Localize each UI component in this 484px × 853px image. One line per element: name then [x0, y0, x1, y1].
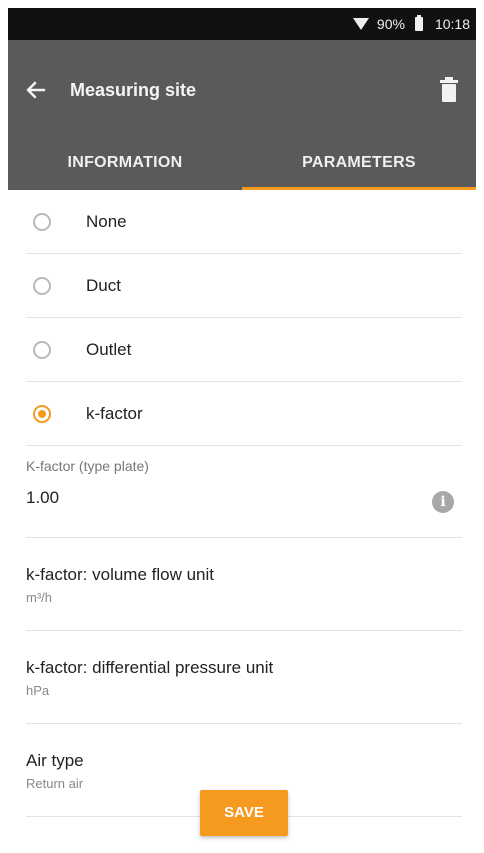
tab-bar: INFORMATION PARAMETERS	[8, 136, 476, 190]
status-icons: 90% 10:18	[352, 8, 470, 40]
battery-icon	[414, 15, 423, 31]
delete-button[interactable]	[438, 76, 460, 104]
option-outlet[interactable]: Outlet	[26, 318, 462, 382]
setting-value: m³/h	[26, 590, 52, 605]
setting-differential-pressure-unit[interactable]: k-factor: differential pressure unit hPa	[26, 631, 462, 724]
radio-button-selected[interactable]	[33, 404, 51, 423]
page-title: Measuring site	[70, 80, 197, 100]
tab-parameters[interactable]: PARAMETERS	[242, 136, 476, 190]
arrow-left-icon	[26, 81, 46, 99]
screen: 90% 10:18 Measuring site INFORMATION PAR…	[8, 8, 476, 853]
option-label: None	[86, 211, 127, 231]
radio-button[interactable]	[33, 276, 51, 295]
tab-information[interactable]: INFORMATION	[8, 136, 242, 190]
setting-title: k-factor: differential pressure unit	[26, 658, 274, 677]
app-bar: Measuring site INFORMATION PARAMETERS	[8, 40, 476, 190]
setting-volume-flow-unit[interactable]: k-factor: volume flow unit m³/h	[26, 538, 462, 631]
k-factor-field-label: K-factor (type plate)	[26, 458, 149, 474]
status-bar: 90% 10:18	[8, 8, 476, 40]
setting-title: Air type	[26, 751, 84, 770]
wifi-icon	[352, 18, 369, 30]
option-label: Outlet	[86, 339, 132, 359]
k-factor-input[interactable]: 1.00	[26, 488, 59, 508]
radio-button[interactable]	[33, 212, 51, 231]
battery-percentage: 90%	[376, 16, 405, 32]
info-icon[interactable]: i	[432, 491, 454, 513]
trash-icon	[440, 77, 458, 102]
k-factor-field[interactable]: K-factor (type plate) 1.00 i	[26, 446, 462, 538]
setting-value: Return air	[26, 776, 84, 791]
option-none[interactable]: None	[26, 190, 462, 254]
save-button[interactable]: SAVE	[200, 790, 288, 836]
option-label: Duct	[86, 275, 121, 295]
parameters-content: None Duct Outlet k-factor K-factor (type…	[8, 190, 476, 817]
setting-title: k-factor: volume flow unit	[26, 565, 215, 584]
setting-value: hPa	[26, 683, 50, 698]
back-button[interactable]	[22, 76, 50, 104]
option-duct[interactable]: Duct	[26, 254, 462, 318]
option-k-factor[interactable]: k-factor	[26, 382, 462, 446]
option-label: k-factor	[86, 403, 143, 423]
radio-button[interactable]	[33, 340, 51, 359]
clock: 10:18	[434, 16, 470, 32]
